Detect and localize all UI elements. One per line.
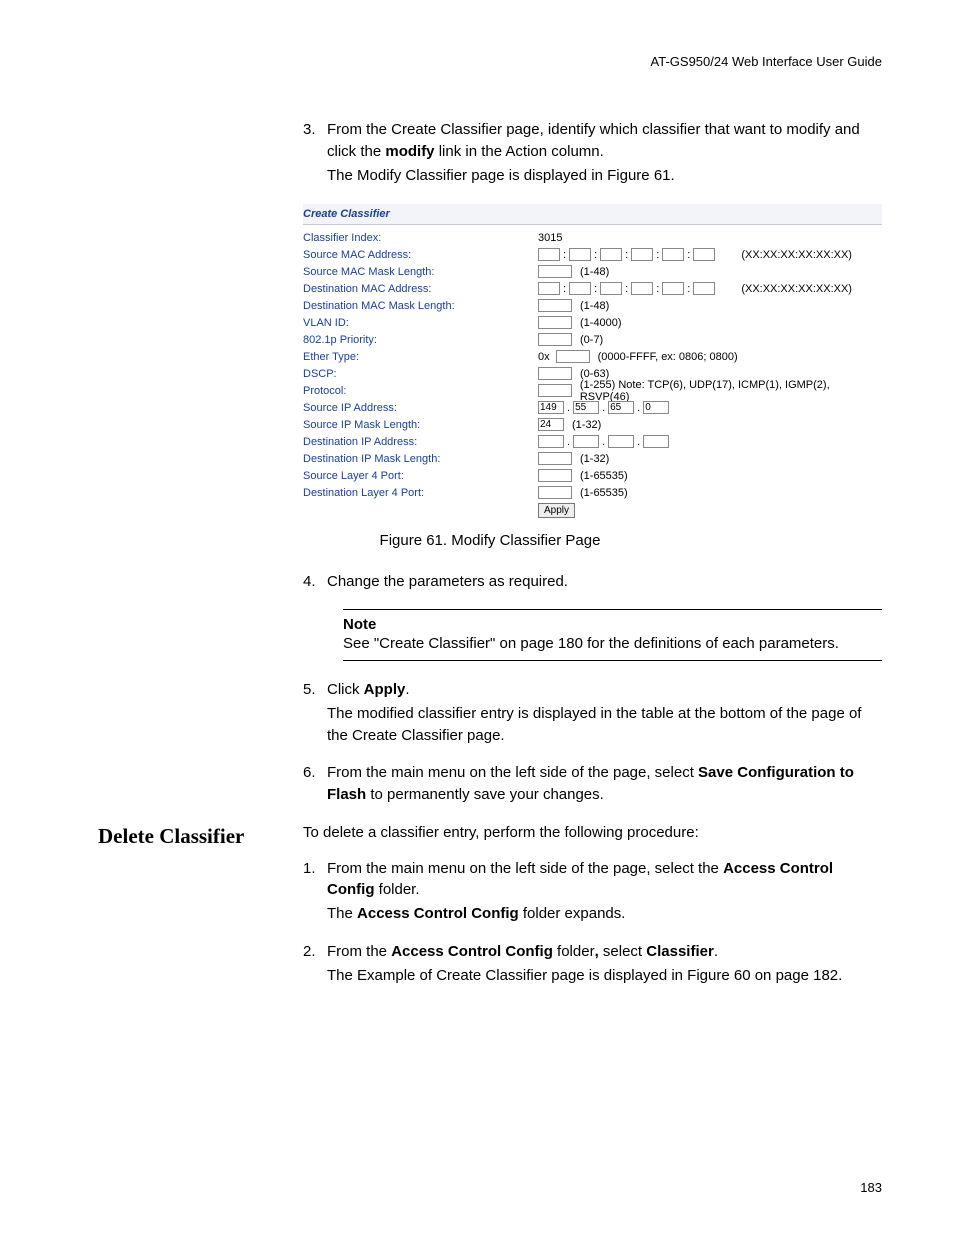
label-src-ip: Source IP Address: xyxy=(303,402,538,414)
hint-src-ip-mask: (1-32) xyxy=(572,419,601,431)
src-ip-2[interactable] xyxy=(573,401,599,414)
page: AT-GS950/24 Web Interface User Guide 3. … xyxy=(0,0,954,1235)
dst-l4-input[interactable] xyxy=(538,486,572,499)
hint-src-l4: (1-65535) xyxy=(580,470,628,482)
value-classifier-index: 3015 xyxy=(538,232,562,244)
note-body: See "Create Classifier" on page 180 for … xyxy=(343,633,882,654)
step-5: 5. Click Apply. The modified classifier … xyxy=(303,679,882,748)
step-3: 3. From the Create Classifier page, iden… xyxy=(303,119,882,188)
step-3-text-2: The Modify Classifier page is displayed … xyxy=(327,165,882,187)
src-mac-5[interactable] xyxy=(662,248,684,261)
step-6: 6. From the main menu on the left side o… xyxy=(303,762,882,808)
label-proto: Protocol: xyxy=(303,385,538,397)
dst-mac-5[interactable] xyxy=(662,282,684,295)
src-mac-3[interactable] xyxy=(600,248,622,261)
header-guide: AT-GS950/24 Web Interface User Guide xyxy=(98,54,882,69)
src-mac-2[interactable] xyxy=(569,248,591,261)
label-dst-ip-mask: Destination IP Mask Length: xyxy=(303,453,538,465)
label-vlan: VLAN ID: xyxy=(303,317,538,329)
delete-step-1-text-1: From the main menu on the left side of t… xyxy=(327,858,882,902)
label-ether: Ether Type: xyxy=(303,351,538,363)
delete-step-2-text-2: The Example of Create Classifier page is… xyxy=(327,965,882,987)
src-ip-4[interactable] xyxy=(643,401,669,414)
dst-mac-4[interactable] xyxy=(631,282,653,295)
hint-dst-mac-mask: (1-48) xyxy=(580,300,609,312)
hint-src-mac: (XX:XX:XX:XX:XX:XX) xyxy=(741,249,852,261)
prio-input[interactable] xyxy=(538,333,572,346)
label-classifier-index: Classifier Index: xyxy=(303,232,538,244)
dst-ip-1[interactable] xyxy=(538,435,564,448)
src-mac-1[interactable] xyxy=(538,248,560,261)
hint-vlan: (1-4000) xyxy=(580,317,622,329)
step-number: 6. xyxy=(303,762,327,808)
label-src-mac-mask: Source MAC Mask Length: xyxy=(303,266,538,278)
label-dst-mac-mask: Destination MAC Mask Length: xyxy=(303,300,538,312)
label-prio: 802.1p Priority: xyxy=(303,334,538,346)
src-ip-mask-input[interactable] xyxy=(538,418,564,431)
delete-intro: To delete a classifier entry, perform th… xyxy=(303,822,882,844)
src-mac-6[interactable] xyxy=(693,248,715,261)
step-4: 4. Change the parameters as required. xyxy=(303,571,882,595)
src-ip-3[interactable] xyxy=(608,401,634,414)
label-src-l4: Source Layer 4 Port: xyxy=(303,470,538,482)
delete-step-2-text-1: From the Access Control Config folder, s… xyxy=(327,941,882,963)
figure-caption: Figure 61. Modify Classifier Page xyxy=(98,532,882,549)
hint-prio: (0-7) xyxy=(580,334,603,346)
src-mac-mask-input[interactable] xyxy=(538,265,572,278)
form-title: Create Classifier xyxy=(303,204,882,225)
delete-step-2: 2. From the Access Control Config folder… xyxy=(303,941,882,989)
src-ip-1[interactable] xyxy=(538,401,564,414)
src-mac-4[interactable] xyxy=(631,248,653,261)
hint-dst-l4: (1-65535) xyxy=(580,487,628,499)
step-number: 2. xyxy=(303,941,327,989)
hint-dst-ip-mask: (1-32) xyxy=(580,453,609,465)
label-dscp: DSCP: xyxy=(303,368,538,380)
proto-input[interactable] xyxy=(538,384,572,397)
create-classifier-form: Create Classifier Classifier Index: 3015… xyxy=(303,204,882,518)
note-title: Note xyxy=(343,616,882,633)
step-5-text-1: Click Apply. xyxy=(327,679,882,701)
step-4-text: Change the parameters as required. xyxy=(327,571,882,593)
ether-prefix: 0x xyxy=(538,351,550,363)
dst-mac-1[interactable] xyxy=(538,282,560,295)
dst-mac-3[interactable] xyxy=(600,282,622,295)
label-src-ip-mask: Source IP Mask Length: xyxy=(303,419,538,431)
dst-mac-6[interactable] xyxy=(693,282,715,295)
delete-step-1-text-2: The Access Control Config folder expands… xyxy=(327,903,882,925)
dst-ip-mask-input[interactable] xyxy=(538,452,572,465)
label-src-mac: Source MAC Address: xyxy=(303,249,538,261)
hint-ether: (0000-FFFF, ex: 0806; 0800) xyxy=(598,351,738,363)
delete-classifier-section: Delete Classifier To delete a classifier… xyxy=(98,822,882,1003)
step-number: 4. xyxy=(303,571,327,595)
step-number: 3. xyxy=(303,119,327,188)
page-number: 183 xyxy=(860,1180,882,1195)
step-number: 1. xyxy=(303,858,327,927)
step-5-text-2: The modified classifier entry is display… xyxy=(327,703,882,747)
dst-ip-4[interactable] xyxy=(643,435,669,448)
delete-classifier-heading: Delete Classifier xyxy=(98,822,303,1003)
dst-mac-mask-input[interactable] xyxy=(538,299,572,312)
label-dst-ip: Destination IP Address: xyxy=(303,436,538,448)
label-dst-mac: Destination MAC Address: xyxy=(303,283,538,295)
apply-button[interactable]: Apply xyxy=(538,503,575,518)
note-block: Note See "Create Classifier" on page 180… xyxy=(343,609,882,661)
hint-dst-mac: (XX:XX:XX:XX:XX:XX) xyxy=(741,283,852,295)
dst-mac-2[interactable] xyxy=(569,282,591,295)
dst-ip-2[interactable] xyxy=(573,435,599,448)
step-3-text: From the Create Classifier page, identif… xyxy=(327,119,882,163)
delete-step-1: 1. From the main menu on the left side o… xyxy=(303,858,882,927)
label-dst-l4: Destination Layer 4 Port: xyxy=(303,487,538,499)
dst-ip-3[interactable] xyxy=(608,435,634,448)
step-6-text: From the main menu on the left side of t… xyxy=(327,762,882,806)
step-number: 5. xyxy=(303,679,327,748)
src-l4-input[interactable] xyxy=(538,469,572,482)
hint-proto: (1-255) Note: TCP(6), UDP(17), ICMP(1), … xyxy=(580,379,882,403)
ether-input[interactable] xyxy=(556,350,590,363)
hint-src-mac-mask: (1-48) xyxy=(580,266,609,278)
vlan-input[interactable] xyxy=(538,316,572,329)
